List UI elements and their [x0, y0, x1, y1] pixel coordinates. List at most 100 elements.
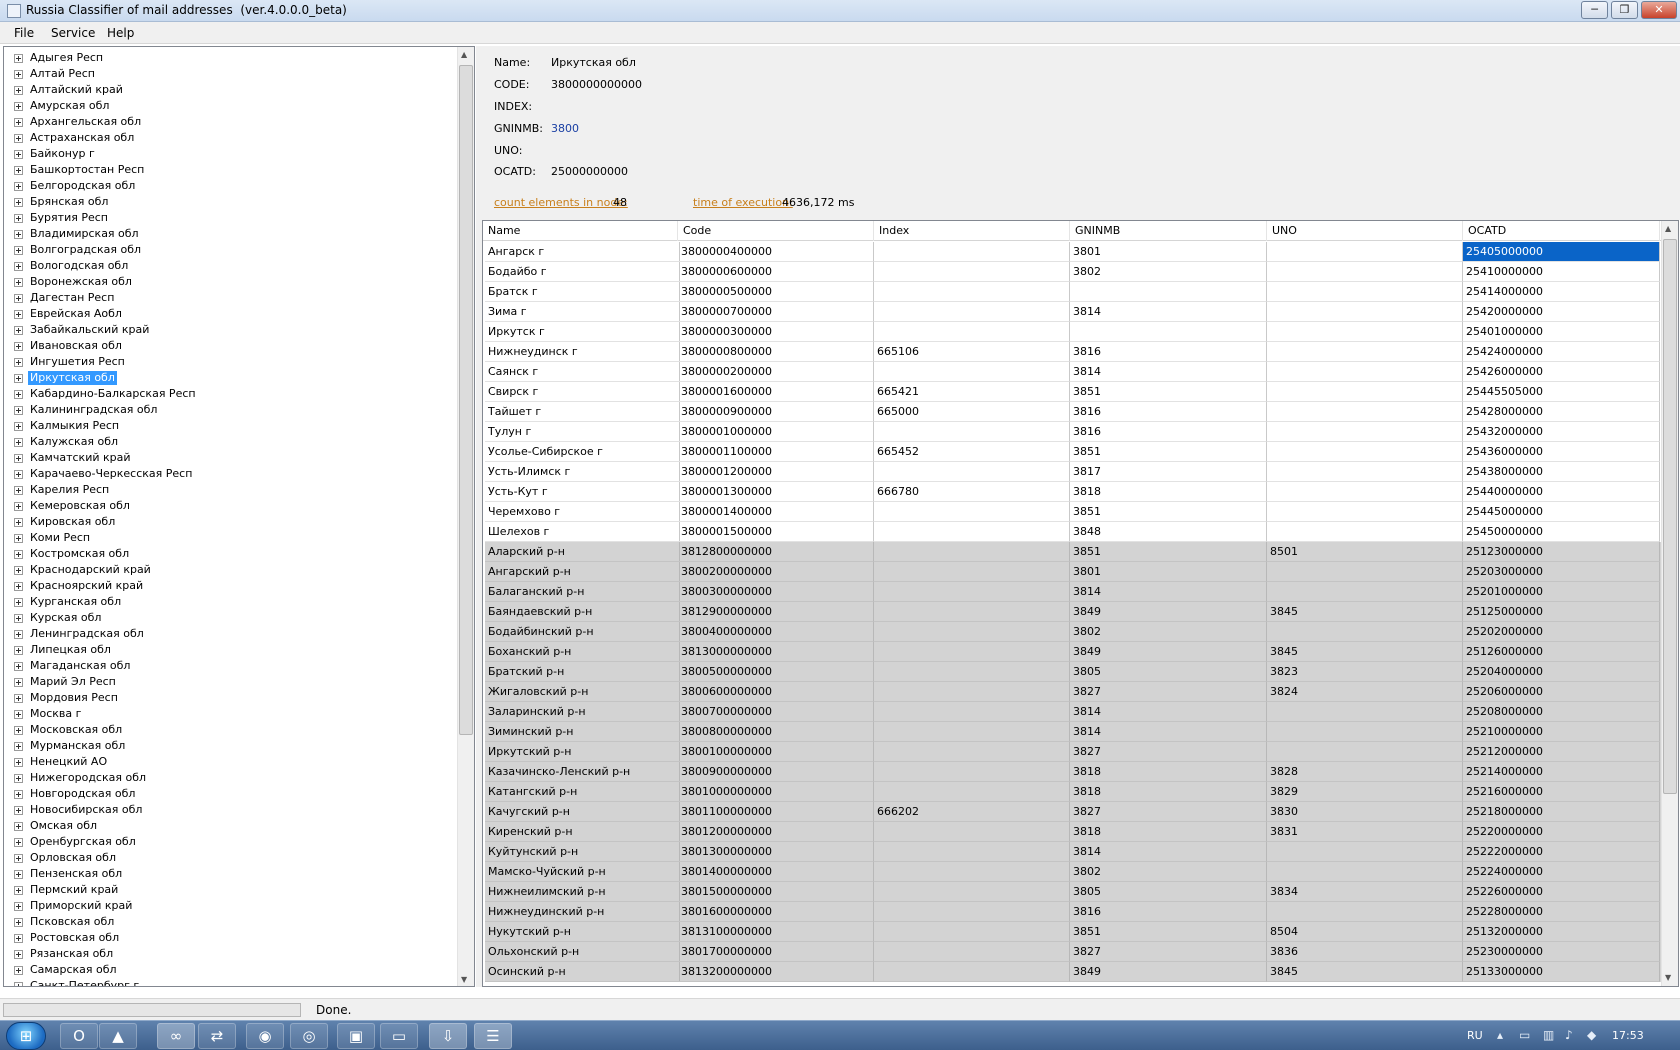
table-cell[interactable]	[1267, 402, 1463, 422]
table-cell[interactable]: 3827	[1070, 742, 1267, 762]
table-row[interactable]: Заларинский р-н 3800700000000 3814 25208000…	[485, 702, 1661, 722]
tree-node[interactable]: Пензенская обл	[14, 866, 124, 882]
save-disk-icon[interactable]: ▣	[337, 1023, 375, 1049]
table-cell[interactable]: 25405000000	[1463, 242, 1660, 262]
tree-node[interactable]: Самарская обл	[14, 962, 119, 978]
table-row[interactable]: Боханский р-н 3813000000000 3849 3845 251260…	[485, 642, 1661, 662]
table-cell[interactable]: 3818	[1070, 782, 1267, 802]
table-cell[interactable]	[874, 242, 1070, 262]
tray-device-icon[interactable]: ▭	[1519, 1028, 1530, 1042]
table-cell[interactable]	[1267, 582, 1463, 602]
table-cell[interactable]: Нижнеилимский р-н	[485, 882, 680, 902]
table-cell[interactable]: 3845	[1267, 602, 1463, 622]
table-cell[interactable]: 3816	[1070, 422, 1267, 442]
expand-plus-icon[interactable]	[14, 581, 23, 591]
table-cell[interactable]: 25210000000	[1463, 722, 1660, 742]
table-cell[interactable]: 3800000700000	[678, 302, 874, 322]
table-cell[interactable]: 3824	[1267, 682, 1463, 702]
table-row[interactable]: Катангский р-н 3801000000000 3818 3829 25216…	[485, 782, 1661, 802]
tree-node-label[interactable]: Самарская обл	[28, 963, 119, 977]
table-cell[interactable]	[1267, 302, 1463, 322]
tree-node[interactable]: Мурманская обл	[14, 738, 127, 754]
network-tool-icon[interactable]: ⇄	[198, 1023, 236, 1049]
clock[interactable]: 17:53	[1612, 1029, 1644, 1042]
table-cell[interactable]: Усть-Илимск г	[485, 462, 680, 482]
table-cell[interactable]: 3816	[1070, 902, 1267, 922]
table-row[interactable]: Аларский р-н 3812800000000 3851 8501 2512300…	[485, 542, 1661, 562]
tree-node[interactable]: Коми Респ	[14, 530, 92, 546]
table-cell[interactable]: Иркутский р-н	[485, 742, 680, 762]
expand-plus-icon[interactable]	[14, 933, 23, 943]
tree-node-label[interactable]: Ростовская обл	[28, 931, 121, 945]
expand-plus-icon[interactable]	[14, 501, 23, 511]
tree-node[interactable]: Московская обл	[14, 722, 124, 738]
table-cell[interactable]: 3813100000000	[678, 922, 874, 942]
table-cell[interactable]: 3831	[1267, 822, 1463, 842]
table-cell[interactable]	[874, 362, 1070, 382]
table-cell[interactable]: Качугский р-н	[485, 802, 680, 822]
tree-node-label[interactable]: Краснодарский край	[28, 563, 153, 577]
classifier-app-icon[interactable]: ☰	[474, 1023, 512, 1049]
table-cell[interactable]: 25132000000	[1463, 922, 1660, 942]
tree-node[interactable]: Магаданская обл	[14, 658, 132, 674]
table-cell[interactable]	[874, 642, 1070, 662]
grid-scrollbar[interactable]: ▲ ▼	[1661, 221, 1678, 986]
table-row[interactable]: Куйтунский р-н 3801300000000 3814 252220000…	[485, 842, 1661, 862]
table-cell[interactable]: 3800300000000	[678, 582, 874, 602]
expand-plus-icon[interactable]	[14, 709, 23, 719]
expand-plus-icon[interactable]	[14, 981, 23, 986]
table-cell[interactable]	[1267, 842, 1463, 862]
tree-node-label[interactable]: Ингушетия Респ	[28, 355, 127, 369]
tree-node[interactable]: Марий Эл Респ	[14, 674, 118, 690]
tree-node[interactable]: Адыгея Респ	[14, 50, 105, 66]
table-cell[interactable]: 3818	[1070, 482, 1267, 502]
table-row[interactable]: Нукутский р-н 3813100000000 3851 8504 251320…	[485, 922, 1661, 942]
tree-node-label[interactable]: Кабардино-Балкарская Респ	[28, 387, 198, 401]
execution-time-link[interactable]: time of execution:	[693, 196, 793, 209]
table-cell[interactable]: 25420000000	[1463, 302, 1660, 322]
table-cell[interactable]: 3814	[1070, 722, 1267, 742]
table-cell[interactable]: 3849	[1070, 962, 1267, 982]
table-row[interactable]: Братск г 3800000500000 25414000000	[485, 282, 1661, 302]
table-cell[interactable]: 3816	[1070, 342, 1267, 362]
tree-node-label[interactable]: Башкортостан Респ	[28, 163, 146, 177]
table-cell[interactable]	[874, 582, 1070, 602]
tree-node[interactable]: Красноярский край	[14, 578, 145, 594]
tree-node-label[interactable]: Алтай Респ	[28, 67, 97, 81]
tree-node-label[interactable]: Калмыкия Респ	[28, 419, 121, 433]
table-cell[interactable]: 3802	[1070, 622, 1267, 642]
table-row[interactable]: Усть-Кут г 3800001300000 666780 3818 2544000…	[485, 482, 1661, 502]
table-row[interactable]: Нижнеудинск г 3800000800000 665106 3816 2542…	[485, 342, 1661, 362]
table-cell[interactable]	[1267, 902, 1463, 922]
table-cell[interactable]: 3814	[1070, 582, 1267, 602]
table-cell[interactable]: 3827	[1070, 802, 1267, 822]
tree-node[interactable]: Калининградская обл	[14, 402, 159, 418]
table-cell[interactable]: 3829	[1267, 782, 1463, 802]
tree-node-label[interactable]: Воронежская обл	[28, 275, 134, 289]
table-cell[interactable]: Киренский р-н	[485, 822, 680, 842]
tree-node[interactable]: Еврейская Аобл	[14, 306, 124, 322]
expand-plus-icon[interactable]	[14, 149, 23, 159]
tree-node-label[interactable]: Псковская обл	[28, 915, 116, 929]
table-cell[interactable]: Тайшет г	[485, 402, 680, 422]
tree-node-label[interactable]: Еврейская Аобл	[28, 307, 124, 321]
tray-security-icon[interactable]: ◆	[1587, 1028, 1596, 1042]
table-row[interactable]: Усть-Илимск г 3800001200000 3817 2543800000…	[485, 462, 1661, 482]
table-cell[interactable]: 3823	[1267, 662, 1463, 682]
expand-plus-icon[interactable]	[14, 629, 23, 639]
table-cell[interactable]: 3845	[1267, 642, 1463, 662]
table-row[interactable]: Осинский р-н 3813200000000 3849 3845 2513300…	[485, 962, 1661, 982]
table-row[interactable]: Зиминский р-н 3800800000000 3814 2521000000…	[485, 722, 1661, 742]
table-cell[interactable]: Баяндаевский р-н	[485, 602, 680, 622]
table-row[interactable]: Нижнеилимский р-н 3801500000000 3805 3834 25…	[485, 882, 1661, 902]
expand-plus-icon[interactable]	[14, 277, 23, 287]
table-cell[interactable]: Шелехов г	[485, 522, 680, 542]
table-cell[interactable]: Нукутский р-н	[485, 922, 680, 942]
table-cell[interactable]: 3800001000000	[678, 422, 874, 442]
table-cell[interactable]: 3800400000000	[678, 622, 874, 642]
expand-plus-icon[interactable]	[14, 437, 23, 447]
table-cell[interactable]: 3801100000000	[678, 802, 874, 822]
table-cell[interactable]: 3800000900000	[678, 402, 874, 422]
table-cell[interactable]: Катангский р-н	[485, 782, 680, 802]
tree-node-label[interactable]: Ивановская обл	[28, 339, 124, 353]
